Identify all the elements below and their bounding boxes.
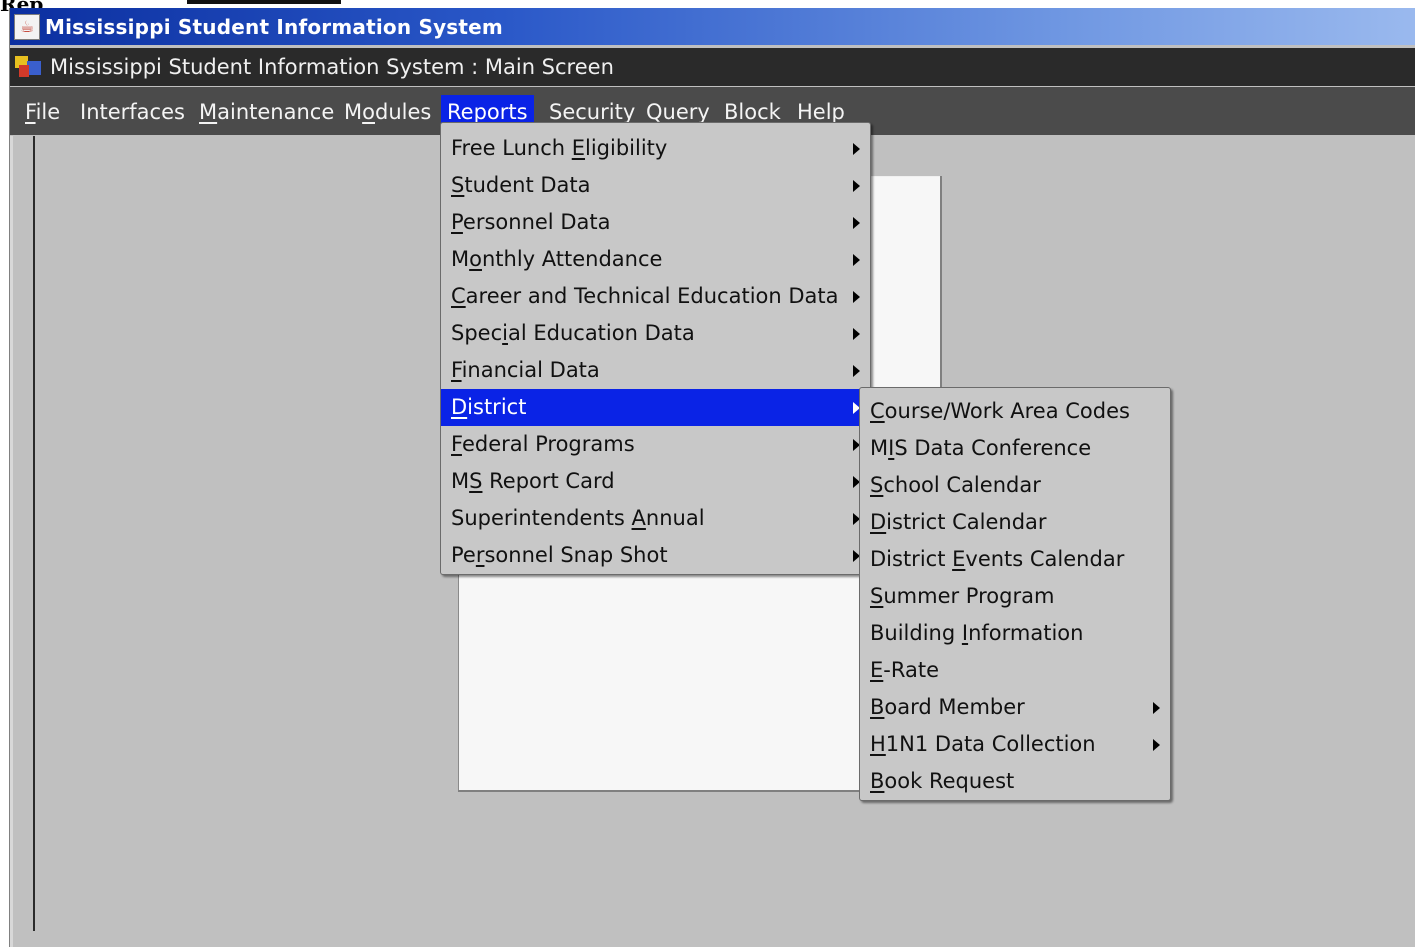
- district-item-label: H1N1 Data Collection: [870, 732, 1096, 756]
- district-item-course-work-area-codes[interactable]: Course/Work Area Codes: [860, 393, 1170, 430]
- district-item-e-rate[interactable]: E-Rate: [860, 652, 1170, 689]
- reports-menu: Free Lunch Eligibility Student Data Person…: [440, 122, 871, 575]
- submenu-arrow-icon: [1153, 702, 1160, 714]
- district-item-summer-program[interactable]: Summer Program: [860, 578, 1170, 615]
- reports-item-monthly-attendance[interactable]: Monthly Attendance: [441, 241, 870, 278]
- reports-item-career-and-technical-education-data[interactable]: Career and Technical Education Data: [441, 278, 870, 315]
- window-titlebar[interactable]: ☕ Mississippi Student Information System: [10, 8, 1415, 45]
- reports-item-label: Special Education Data: [451, 321, 695, 345]
- submenu-arrow-icon: [853, 143, 860, 155]
- district-item-label: E-Rate: [870, 658, 940, 682]
- java-cup-icon: ☕: [14, 13, 40, 40]
- district-item-label: MIS Data Conference: [870, 436, 1092, 460]
- menu-modules[interactable]: Modules: [338, 95, 437, 129]
- window-title: Mississippi Student Information System: [45, 14, 503, 39]
- app-frame-icon: [14, 53, 44, 81]
- district-item-label: Book Request: [870, 769, 1015, 793]
- reports-item-personnel-snap-shot[interactable]: Personnel Snap Shot: [441, 537, 870, 574]
- menu-maintenance[interactable]: Maintenance: [193, 95, 340, 129]
- reports-item-superintendents-annual[interactable]: Superintendents Annual: [441, 500, 870, 537]
- district-item-building-information[interactable]: Building Information: [860, 615, 1170, 652]
- reports-item-label: Career and Technical Education Data: [451, 284, 839, 308]
- district-item-label: Course/Work Area Codes: [870, 399, 1130, 423]
- district-item-label: Board Member: [870, 695, 1025, 719]
- menu-interfaces[interactable]: Interfaces: [74, 95, 191, 129]
- cropped-header-bar: [187, 0, 341, 4]
- reports-item-free-lunch-eligibility[interactable]: Free Lunch Eligibility: [441, 130, 870, 167]
- district-item-label: School Calendar: [870, 473, 1041, 497]
- reports-item-special-education-data[interactable]: Special Education Data: [441, 315, 870, 352]
- district-item-book-request[interactable]: Book Request: [860, 763, 1170, 800]
- district-item-mis-data-conference[interactable]: MIS Data Conference: [860, 430, 1170, 467]
- district-item-district-events-calendar[interactable]: District Events Calendar: [860, 541, 1170, 578]
- reports-item-federal-programs[interactable]: Federal Programs: [441, 426, 870, 463]
- district-item-label: Building Information: [870, 621, 1084, 645]
- submenu-arrow-icon: [853, 180, 860, 192]
- reports-item-label: Student Data: [451, 173, 591, 197]
- district-submenu: Course/Work Area Codes MIS Data Conferenc…: [859, 387, 1171, 801]
- submenu-arrow-icon: [853, 254, 860, 266]
- reports-item-label: Financial Data: [451, 358, 600, 382]
- inner-frame-title: Mississippi Student Information System :…: [50, 55, 614, 79]
- district-item-label: Summer Program: [870, 584, 1055, 608]
- district-item-label: District Calendar: [870, 510, 1047, 534]
- reports-item-label: Monthly Attendance: [451, 247, 663, 271]
- submenu-arrow-icon: [1153, 739, 1160, 751]
- reports-item-district[interactable]: District: [441, 389, 870, 426]
- reports-item-label: Superintendents Annual: [451, 506, 705, 530]
- district-item-school-calendar[interactable]: School Calendar: [860, 467, 1170, 504]
- reports-item-label: MS Report Card: [451, 469, 615, 493]
- mdi-frame-border: [33, 136, 35, 931]
- submenu-arrow-icon: [853, 217, 860, 229]
- reports-item-label: Personnel Snap Shot: [451, 543, 668, 567]
- reports-item-label: Personnel Data: [451, 210, 611, 234]
- reports-item-personnel-data[interactable]: Personnel Data: [441, 204, 870, 241]
- reports-item-financial-data[interactable]: Financial Data: [441, 352, 870, 389]
- reports-item-label: Federal Programs: [451, 432, 635, 456]
- menu-file[interactable]: File: [19, 95, 66, 129]
- district-item-board-member[interactable]: Board Member: [860, 689, 1170, 726]
- reports-item-label: Free Lunch Eligibility: [451, 136, 668, 160]
- district-item-h1n1-data-collection[interactable]: H1N1 Data Collection: [860, 726, 1170, 763]
- inner-frame-titlebar[interactable]: Mississippi Student Information System :…: [10, 48, 1415, 86]
- reports-item-ms-report-card[interactable]: MS Report Card: [441, 463, 870, 500]
- reports-item-label: District: [451, 395, 527, 419]
- submenu-arrow-icon: [853, 365, 860, 377]
- district-item-label: District Events Calendar: [870, 547, 1125, 571]
- district-item-district-calendar[interactable]: District Calendar: [860, 504, 1170, 541]
- submenu-arrow-icon: [853, 328, 860, 340]
- reports-item-student-data[interactable]: Student Data: [441, 167, 870, 204]
- submenu-arrow-icon: [853, 291, 860, 303]
